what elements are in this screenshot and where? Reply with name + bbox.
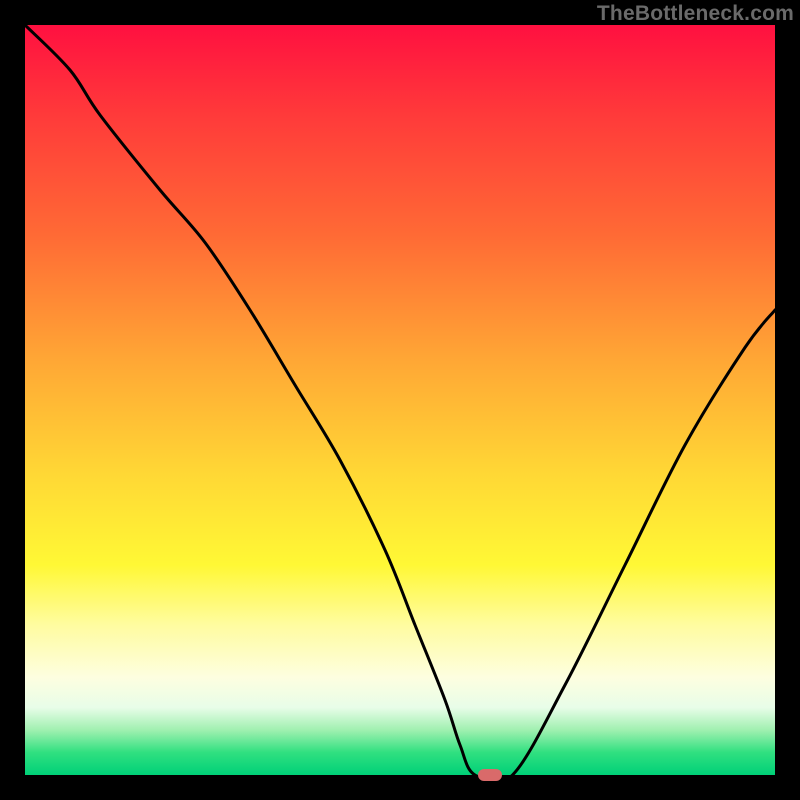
bottleneck-curve	[25, 25, 775, 775]
optimal-marker	[478, 769, 502, 781]
plot-area	[25, 25, 775, 775]
chart-container: TheBottleneck.com	[0, 0, 800, 800]
watermark-text: TheBottleneck.com	[597, 2, 794, 26]
